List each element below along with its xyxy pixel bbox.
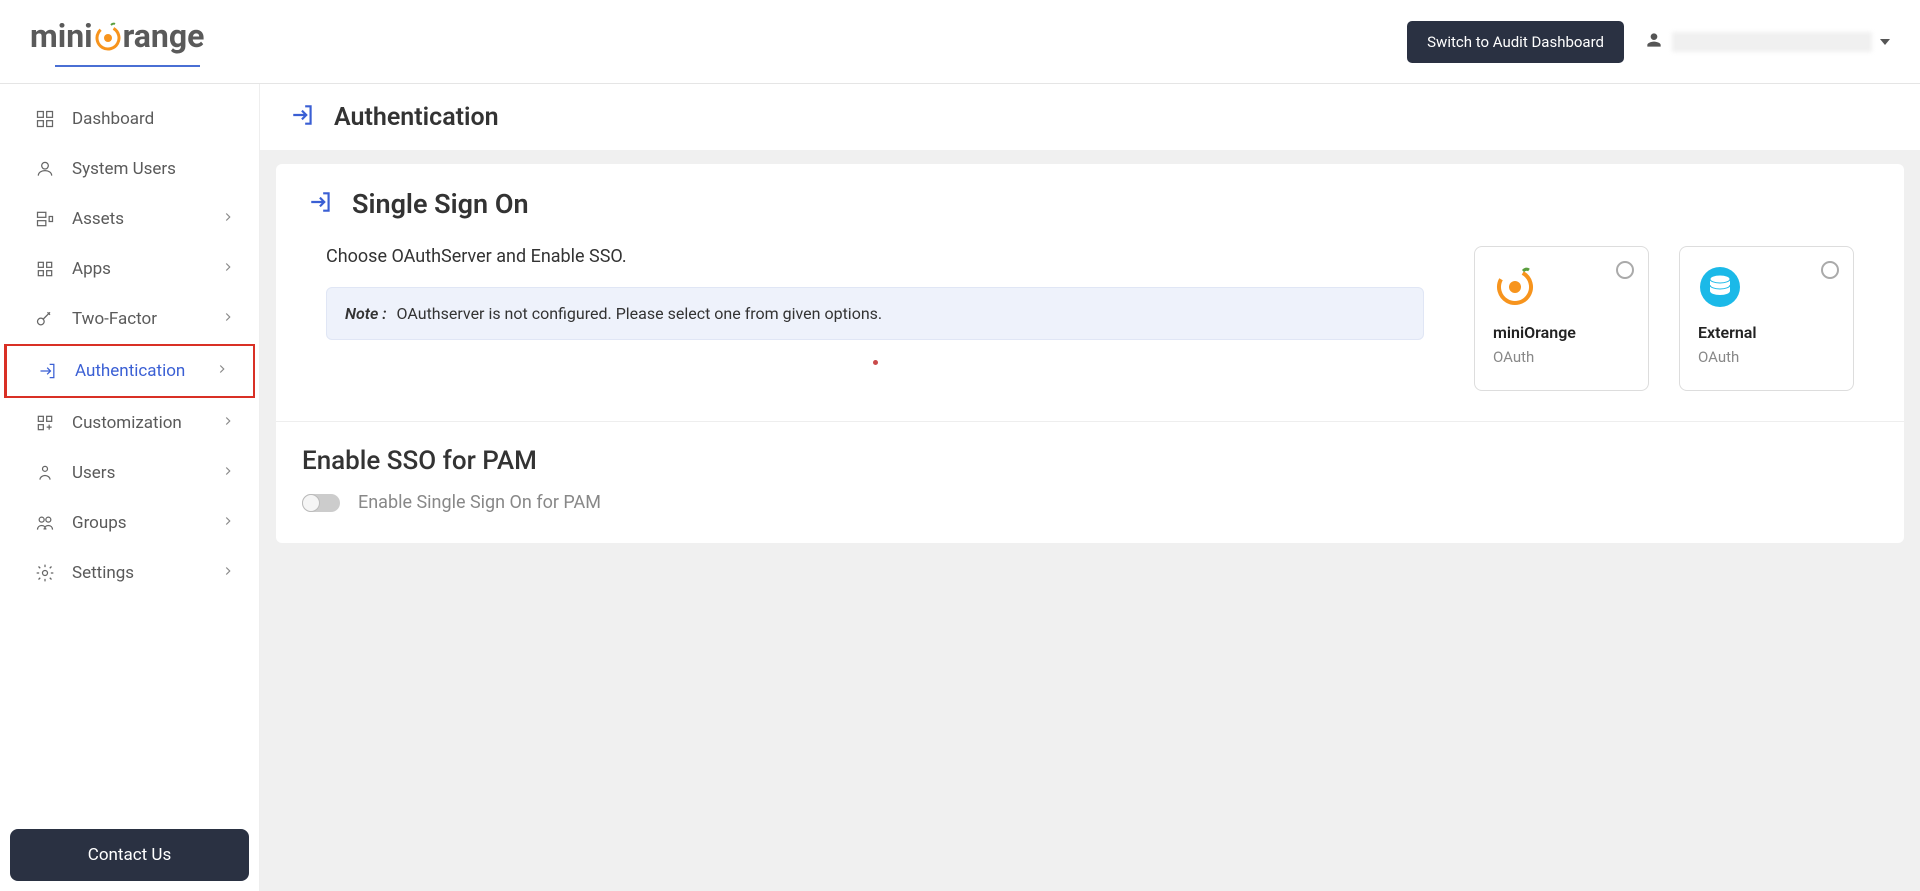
contact-us-button[interactable]: Contact Us — [10, 829, 249, 881]
section-header: Single Sign On — [308, 188, 1854, 220]
user-icon — [1644, 30, 1664, 54]
content-card: Single Sign On Choose OAuthServer and En… — [276, 164, 1904, 543]
sidebar-item-customization[interactable]: Customization — [0, 398, 259, 448]
login-icon — [37, 360, 59, 382]
main: Authentication Single Sign On Choose OAu… — [260, 84, 1920, 891]
sidebar-item-authentication[interactable]: Authentication — [4, 344, 255, 398]
sidebar-item-label: Two-Factor — [72, 309, 157, 329]
assets-icon — [34, 208, 56, 230]
sidebar-item-label: System Users — [72, 159, 176, 179]
page-header: Authentication — [260, 84, 1920, 150]
logo-text-pre: mini — [30, 17, 93, 55]
sso-body: Choose OAuthServer and Enable SSO. Note … — [326, 246, 1854, 391]
key-icon — [34, 308, 56, 330]
choose-text: Choose OAuthServer and Enable SSO. — [326, 246, 1424, 267]
login-icon — [308, 189, 334, 219]
dashboard-icon — [34, 108, 56, 130]
radio-unchecked[interactable] — [1821, 261, 1839, 279]
container: Dashboard System Users Assets Apps — [0, 84, 1920, 891]
logo-underline — [55, 65, 200, 67]
user-menu[interactable] — [1644, 30, 1890, 54]
oauth-name: miniOrange — [1493, 323, 1630, 342]
sidebar-item-settings[interactable]: Settings — [0, 548, 259, 598]
radio-unchecked[interactable] — [1616, 261, 1634, 279]
enable-sso-toggle[interactable] — [302, 494, 340, 512]
header: mini range Switch to Audit Dashboard — [0, 0, 1920, 84]
note-text: OAuthserver is not configured. Please se… — [397, 304, 883, 323]
header-right: Switch to Audit Dashboard — [1407, 21, 1890, 63]
sidebar: Dashboard System Users Assets Apps — [0, 84, 260, 891]
oauth-sub: OAuth — [1493, 348, 1630, 366]
section-title: Single Sign On — [352, 188, 529, 220]
sidebar-item-apps[interactable]: Apps — [0, 244, 259, 294]
note-label: Note : — [345, 304, 387, 323]
page-title: Authentication — [334, 103, 499, 132]
sso-left: Choose OAuthServer and Enable SSO. Note … — [326, 246, 1424, 365]
sidebar-item-label: Customization — [72, 413, 182, 433]
sidebar-item-assets[interactable]: Assets — [0, 194, 259, 244]
chevron-right-icon — [221, 563, 235, 583]
sidebar-item-label: Groups — [72, 513, 127, 533]
logo-text-post: range — [123, 17, 205, 55]
enable-sso-section: Enable SSO for PAM Enable Single Sign On… — [276, 422, 1904, 543]
chevron-right-icon — [221, 413, 235, 433]
toggle-label: Enable Single Sign On for PAM — [358, 492, 601, 513]
login-icon — [290, 102, 316, 132]
apps-icon — [34, 258, 56, 280]
users-icon — [34, 462, 56, 484]
sidebar-item-label: Users — [72, 463, 115, 483]
user-name-redacted — [1672, 32, 1872, 52]
sidebar-item-dashboard[interactable]: Dashboard — [0, 94, 259, 144]
toggle-row: Enable Single Sign On for PAM — [302, 492, 1854, 513]
sso-section: Single Sign On Choose OAuthServer and En… — [276, 164, 1904, 422]
sidebar-items: Dashboard System Users Assets Apps — [0, 94, 259, 819]
chevron-right-icon — [215, 361, 229, 381]
sidebar-item-system-users[interactable]: System Users — [0, 144, 259, 194]
sidebar-item-label: Dashboard — [72, 109, 154, 129]
logo[interactable]: mini range — [0, 17, 204, 67]
sidebar-item-two-factor[interactable]: Two-Factor — [0, 294, 259, 344]
gear-icon — [34, 562, 56, 584]
groups-icon — [34, 512, 56, 534]
oauth-sub: OAuth — [1698, 348, 1835, 366]
sidebar-item-label: Authentication — [75, 361, 185, 381]
enable-sso-title: Enable SSO for PAM — [302, 446, 1854, 476]
oauth-card-external[interactable]: External OAuth — [1679, 246, 1854, 391]
chevron-right-icon — [221, 309, 235, 329]
note-box: Note : OAuthserver is not configured. Pl… — [326, 287, 1424, 340]
database-icon — [1698, 265, 1742, 309]
oauth-options: miniOrange OAuth — [1474, 246, 1854, 391]
chevron-right-icon — [221, 259, 235, 279]
miniorange-icon — [1493, 265, 1537, 309]
chevron-right-icon — [221, 209, 235, 229]
sidebar-item-label: Apps — [72, 259, 111, 279]
switch-audit-button[interactable]: Switch to Audit Dashboard — [1407, 21, 1624, 63]
chevron-right-icon — [221, 513, 235, 533]
chevron-right-icon — [221, 463, 235, 483]
sidebar-item-users[interactable]: Users — [0, 448, 259, 498]
sidebar-item-label: Settings — [72, 563, 134, 583]
oauth-name: External — [1698, 323, 1835, 342]
customization-icon — [34, 412, 56, 434]
caret-down-icon — [1880, 32, 1890, 51]
sidebar-item-label: Assets — [72, 209, 124, 229]
loading-dot — [873, 360, 878, 365]
sidebar-item-groups[interactable]: Groups — [0, 498, 259, 548]
logo-orange-icon — [93, 21, 123, 51]
oauth-card-miniorange[interactable]: miniOrange OAuth — [1474, 246, 1649, 391]
toggle-knob — [302, 494, 320, 512]
system-users-icon — [34, 158, 56, 180]
